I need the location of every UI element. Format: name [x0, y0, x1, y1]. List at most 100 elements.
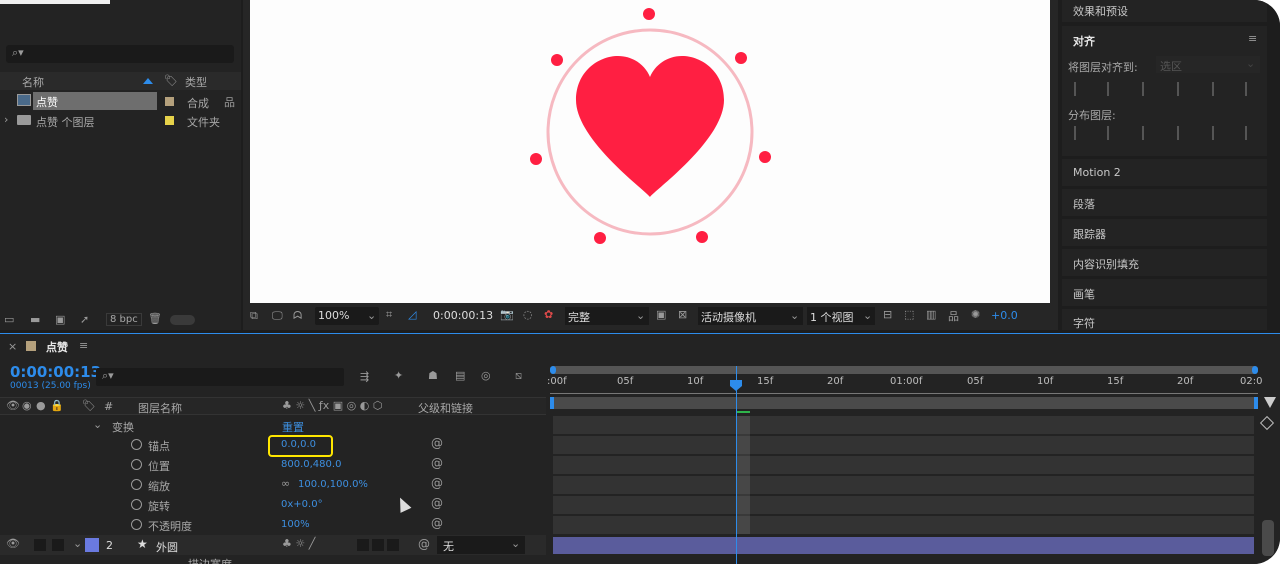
viewer-timecode[interactable]: 0:00:00:13	[429, 309, 497, 322]
pick-whip-icon[interactable]: @	[431, 516, 443, 530]
stopwatch-icon[interactable]	[131, 519, 142, 530]
monitor-icon[interactable]: 🖵	[272, 309, 283, 323]
pick-whip-icon[interactable]: @	[431, 456, 443, 470]
layer-label-swatch[interactable]	[85, 538, 99, 552]
bpc-button[interactable]: 8 bpc	[106, 313, 142, 326]
panel-section-character[interactable]: 字符	[1062, 309, 1267, 330]
timeline-search-input[interactable]: ⌕▾	[96, 368, 344, 386]
graph-icon[interactable]: ▥	[926, 308, 936, 321]
stopwatch-icon[interactable]	[131, 479, 142, 490]
timeline-tab-name[interactable]: 点赞	[46, 339, 68, 355]
align-vertical-center-icon[interactable]	[1212, 82, 1226, 96]
color-channels-icon[interactable]: ✿	[544, 308, 553, 321]
zoom-dropdown[interactable]: 100% ⌄	[315, 307, 379, 325]
resolution-dropdown[interactable]: 完整 ⌄	[565, 307, 649, 325]
time-navigator[interactable]	[550, 366, 1258, 374]
camera-dropdown[interactable]: 活动摄像机 ⌄	[698, 307, 803, 325]
property-value[interactable]: 800.0,480.0	[281, 459, 341, 470]
panel-section-content-aware-fill[interactable]: 内容识别填充	[1062, 249, 1267, 276]
distribute-hcenter-icon[interactable]	[1212, 126, 1226, 140]
shy-layers-icon[interactable]: ☗	[428, 369, 438, 382]
work-area-bar[interactable]	[550, 397, 1258, 409]
panel-section-paragraph[interactable]: 段落	[1062, 189, 1267, 216]
align-left-icon[interactable]	[1074, 82, 1088, 96]
panel-menu-icon[interactable]: ≡	[1248, 32, 1257, 45]
parent-dropdown[interactable]: 无 ⌄	[437, 536, 525, 554]
interpret-footage-icon[interactable]: ▭	[4, 313, 14, 326]
panel-section-tracker[interactable]: 跟踪器	[1062, 219, 1267, 246]
frame-blending-icon[interactable]: ▤	[455, 369, 465, 382]
timeline-scrollbar[interactable]	[1262, 520, 1274, 556]
close-tab-icon[interactable]: ×	[8, 340, 17, 353]
pick-whip-icon[interactable]: @	[418, 537, 430, 551]
panel-section-motion[interactable]: Motion 2	[1062, 159, 1267, 186]
work-area-start[interactable]	[550, 397, 554, 409]
layer-row[interactable]: 👁 ⌄ 2 ★ 外圆 ♣ ☼ ╱ @ 无 ⌄	[0, 535, 546, 555]
pick-whip-icon[interactable]: @	[431, 476, 443, 490]
composition-mini-flowchart-icon[interactable]: ⇶	[360, 370, 369, 383]
column-parent-label[interactable]: 父级和链接	[418, 400, 473, 416]
align-bottom-icon[interactable]	[1245, 82, 1259, 96]
motion-blur-icon[interactable]: ⬚	[904, 308, 914, 321]
always-preview-icon[interactable]: ⧉	[250, 309, 258, 323]
region-of-interest-icon[interactable]: ◿	[408, 308, 416, 321]
distribute-top-icon[interactable]	[1074, 126, 1088, 140]
layer-name[interactable]: 外圆	[156, 539, 178, 555]
expand-arrow-icon[interactable]: ⌄	[73, 537, 82, 550]
property-value[interactable]: 100.0,100.0%	[298, 479, 368, 490]
project-item-folder[interactable]: › 点赞 个图层 文件夹	[0, 111, 241, 129]
collapse-arrow-icon[interactable]: ⌄	[93, 418, 102, 431]
exposure-value[interactable]: +0.0	[991, 309, 1018, 322]
distribute-right-icon[interactable]	[1245, 126, 1259, 140]
new-comp-icon[interactable]: ▣	[55, 313, 65, 326]
fast-preview-icon[interactable]: ▣	[656, 308, 666, 321]
work-area-end[interactable]	[1254, 397, 1258, 409]
column-layer-name-label[interactable]: 图层名称	[138, 400, 182, 416]
pick-whip-icon[interactable]: @	[431, 496, 443, 510]
switch-box[interactable]	[372, 539, 384, 551]
align-horizontal-center-icon[interactable]	[1107, 82, 1121, 96]
project-item-comp[interactable]: 点赞 合成 品	[0, 92, 241, 110]
transparency-grid-icon[interactable]: ⊠	[678, 308, 687, 321]
flowchart-icon[interactable]: 品	[948, 308, 959, 324]
project-search-input[interactable]: ⌕▾	[6, 45, 234, 63]
property-value[interactable]: 100%	[281, 519, 310, 530]
graph-editor-icon[interactable]: ⧅	[515, 369, 522, 383]
reset-exposure-icon[interactable]: ✺	[971, 308, 980, 321]
label-tag-icon[interactable]: 🏷	[82, 399, 96, 412]
column-name-label[interactable]: 名称	[22, 74, 44, 90]
lock-icon[interactable]: 🔒	[50, 399, 64, 412]
property-value[interactable]: 0.0,0.0	[281, 439, 316, 450]
visibility-icon[interactable]: 👁	[6, 399, 20, 412]
property-value[interactable]: 0x+0.0°	[281, 499, 323, 510]
crop-icon[interactable]: ⌗	[386, 308, 392, 322]
tab-menu-icon[interactable]: ≡	[79, 339, 88, 352]
flowchart-icon[interactable]: 品	[224, 94, 235, 110]
layer-duration-bar[interactable]	[553, 537, 1254, 554]
thumbnail-slider[interactable]	[170, 315, 195, 325]
draft-3d-icon[interactable]: ✦	[394, 369, 403, 382]
align-to-dropdown[interactable]: 选区 ⌄	[1156, 56, 1260, 73]
navigator-end-handle[interactable]	[1252, 366, 1258, 374]
align-top-icon[interactable]	[1177, 82, 1191, 96]
transform-group-row[interactable]: ⌄ 变换 重置	[0, 416, 546, 435]
audio-icon[interactable]: ◉	[22, 399, 32, 412]
trash-icon[interactable]: 🗑	[148, 312, 162, 325]
pin-icon[interactable]: ➚	[80, 313, 89, 326]
composition-canvas[interactable]	[250, 0, 1050, 303]
current-time-display[interactable]: 0:00:00:13	[10, 363, 101, 381]
stopwatch-icon[interactable]	[131, 499, 142, 510]
column-type-label[interactable]: 类型	[185, 74, 207, 90]
distribute-left-icon[interactable]	[1177, 126, 1191, 140]
stopwatch-icon[interactable]	[131, 459, 142, 470]
solo-box[interactable]	[34, 539, 46, 551]
panel-section-brush[interactable]: 画笔	[1062, 279, 1267, 306]
layer-switches-icons[interactable]: ♣ ☼ ╱	[282, 537, 315, 550]
lock-box[interactable]	[52, 539, 64, 551]
solo-icon[interactable]: ●	[36, 399, 46, 412]
navigator-start-handle[interactable]	[550, 366, 556, 374]
transform-reset-link[interactable]: 重置	[282, 419, 304, 435]
constrain-proportions-icon[interactable]: ∞	[281, 477, 290, 490]
camera-snapshot-icon[interactable]: 📷	[500, 308, 514, 321]
new-folder-icon[interactable]: ▬	[30, 313, 40, 326]
